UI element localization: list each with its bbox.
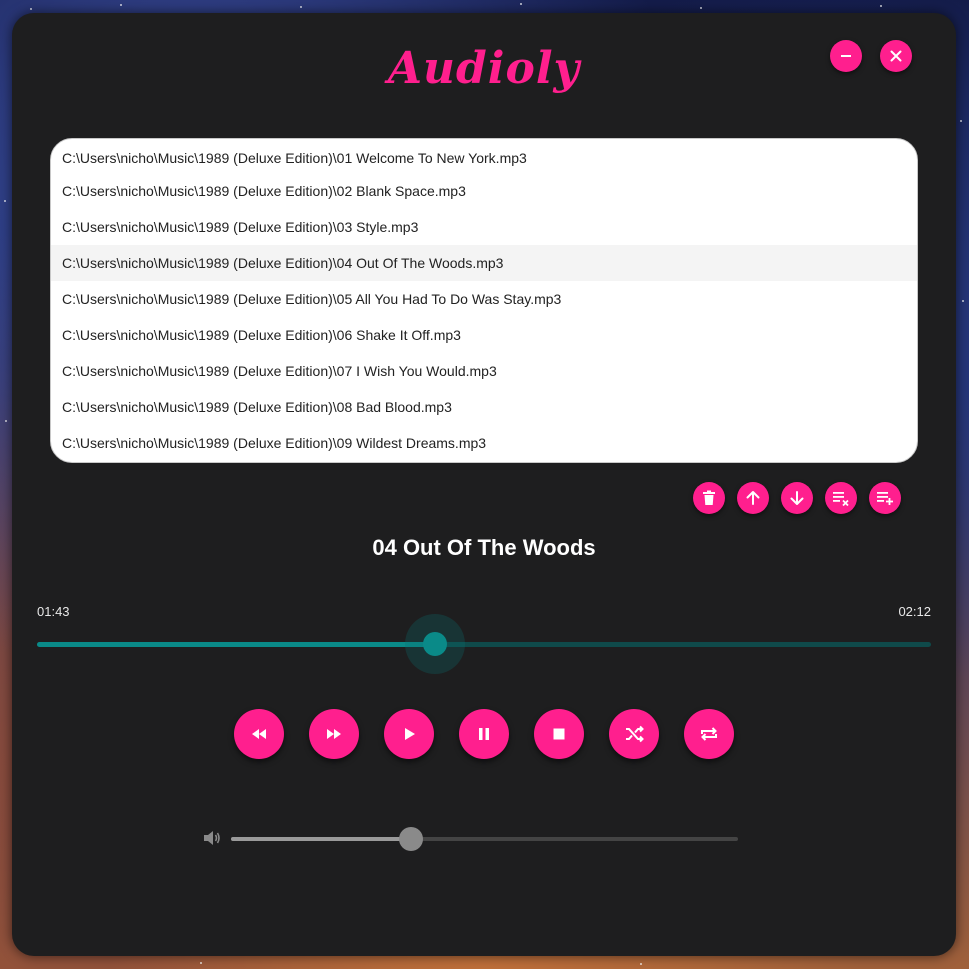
app-window: Audioly C:\Users\nicho\Music\1989 (Delux… <box>12 13 956 956</box>
fast-forward-icon <box>327 729 341 739</box>
add-to-playlist-button[interactable] <box>869 482 901 514</box>
seek-progress <box>37 642 435 647</box>
move-down-button[interactable] <box>781 482 813 514</box>
arrow-up-icon <box>746 491 760 505</box>
move-up-button[interactable] <box>737 482 769 514</box>
repeat-button[interactable] <box>684 709 734 759</box>
playlist-item[interactable]: C:\Users\nicho\Music\1989 (Deluxe Editio… <box>51 209 917 245</box>
stop-button[interactable] <box>534 709 584 759</box>
playlist-toolbar <box>693 482 901 514</box>
seek-slider[interactable] <box>37 614 931 674</box>
playlist-item[interactable]: C:\Users\nicho\Music\1989 (Deluxe Editio… <box>51 317 917 353</box>
playlist-remove-icon <box>833 492 849 507</box>
speaker-icon[interactable] <box>202 828 222 853</box>
stop-icon <box>553 728 565 740</box>
minus-icon <box>841 55 851 57</box>
delete-track-button[interactable] <box>693 482 725 514</box>
clear-playlist-button[interactable] <box>825 482 857 514</box>
pause-icon <box>479 728 489 740</box>
volume-level <box>231 837 411 841</box>
volume-slider[interactable] <box>231 827 738 851</box>
now-playing-title: 04 Out Of The Woods <box>372 535 596 560</box>
playlist-item[interactable]: C:\Users\nicho\Music\1989 (Deluxe Editio… <box>51 139 917 173</box>
minimize-button[interactable] <box>830 40 862 72</box>
transport-controls <box>234 709 734 759</box>
arrow-down-icon <box>790 491 804 505</box>
playlist-item[interactable]: C:\Users\nicho\Music\1989 (Deluxe Editio… <box>51 353 917 389</box>
playlist-item[interactable]: C:\Users\nicho\Music\1989 (Deluxe Editio… <box>51 425 917 461</box>
playlist-item[interactable]: C:\Users\nicho\Music\1989 (Deluxe Editio… <box>51 173 917 209</box>
rewind-button[interactable] <box>234 709 284 759</box>
playlist-item[interactable]: C:\Users\nicho\Music\1989 (Deluxe Editio… <box>51 389 917 425</box>
play-button[interactable] <box>384 709 434 759</box>
shuffle-icon <box>626 725 644 743</box>
playlist-item-selected[interactable]: C:\Users\nicho\Music\1989 (Deluxe Editio… <box>51 245 917 281</box>
rewind-icon <box>252 729 266 739</box>
pause-button[interactable] <box>459 709 509 759</box>
trash-icon <box>703 490 715 505</box>
total-duration: 02:12 <box>898 604 931 619</box>
elapsed-time: 01:43 <box>37 604 70 619</box>
app-logo: Audioly <box>387 43 581 94</box>
close-button[interactable] <box>880 40 912 72</box>
playlist[interactable]: C:\Users\nicho\Music\1989 (Deluxe Editio… <box>50 138 918 463</box>
repeat-icon <box>701 727 717 741</box>
playlist-item[interactable]: C:\Users\nicho\Music\1989 (Deluxe Editio… <box>51 281 917 317</box>
volume-thumb[interactable] <box>398 827 423 851</box>
play-icon <box>405 728 415 740</box>
shuffle-button[interactable] <box>609 709 659 759</box>
fast-forward-button[interactable] <box>309 709 359 759</box>
playlist-add-icon <box>877 492 893 505</box>
x-icon <box>890 50 902 62</box>
seek-thumb[interactable] <box>422 632 447 656</box>
